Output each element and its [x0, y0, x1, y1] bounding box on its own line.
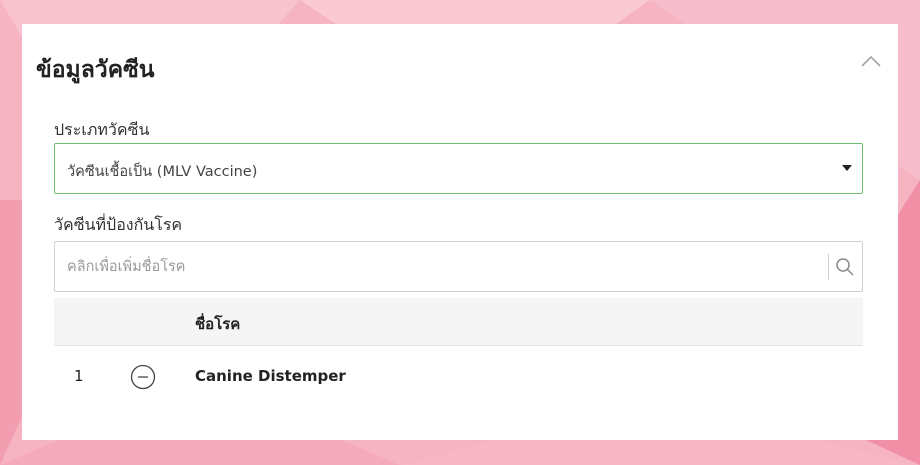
- table-row: 1 Canine Distemper: [54, 347, 863, 407]
- panel-title: ข้อมูลวัคซีน: [36, 57, 155, 83]
- caret-down-icon: [842, 165, 852, 171]
- disease-name-column-header: ชื่อโรค: [195, 315, 241, 333]
- chevron-up-icon[interactable]: [860, 54, 882, 68]
- diseases-label: วัคซีนที่ป้องกันโรค: [54, 215, 183, 234]
- disease-name: Canine Distemper: [195, 367, 346, 385]
- search-divider: [828, 254, 829, 280]
- search-icon[interactable]: [835, 257, 855, 277]
- vaccine-type-select[interactable]: วัคซีนเชื้อเป็น (MLV Vaccine): [54, 143, 863, 194]
- minus-circle-icon[interactable]: [130, 364, 156, 390]
- vaccine-info-panel: ข้อมูลวัคซีน ประเภทวัคซีน วัคซีนเชื้อเป็…: [22, 24, 898, 440]
- vaccine-type-value: วัคซีนเชื้อเป็น (MLV Vaccine): [67, 164, 258, 180]
- disease-search-field: [54, 241, 863, 292]
- vaccine-type-label: ประเภทวัคซีน: [54, 120, 150, 139]
- disease-search-input[interactable]: [56, 243, 826, 290]
- row-index: 1: [74, 367, 84, 385]
- disease-table-header: ชื่อโรค: [54, 298, 863, 346]
